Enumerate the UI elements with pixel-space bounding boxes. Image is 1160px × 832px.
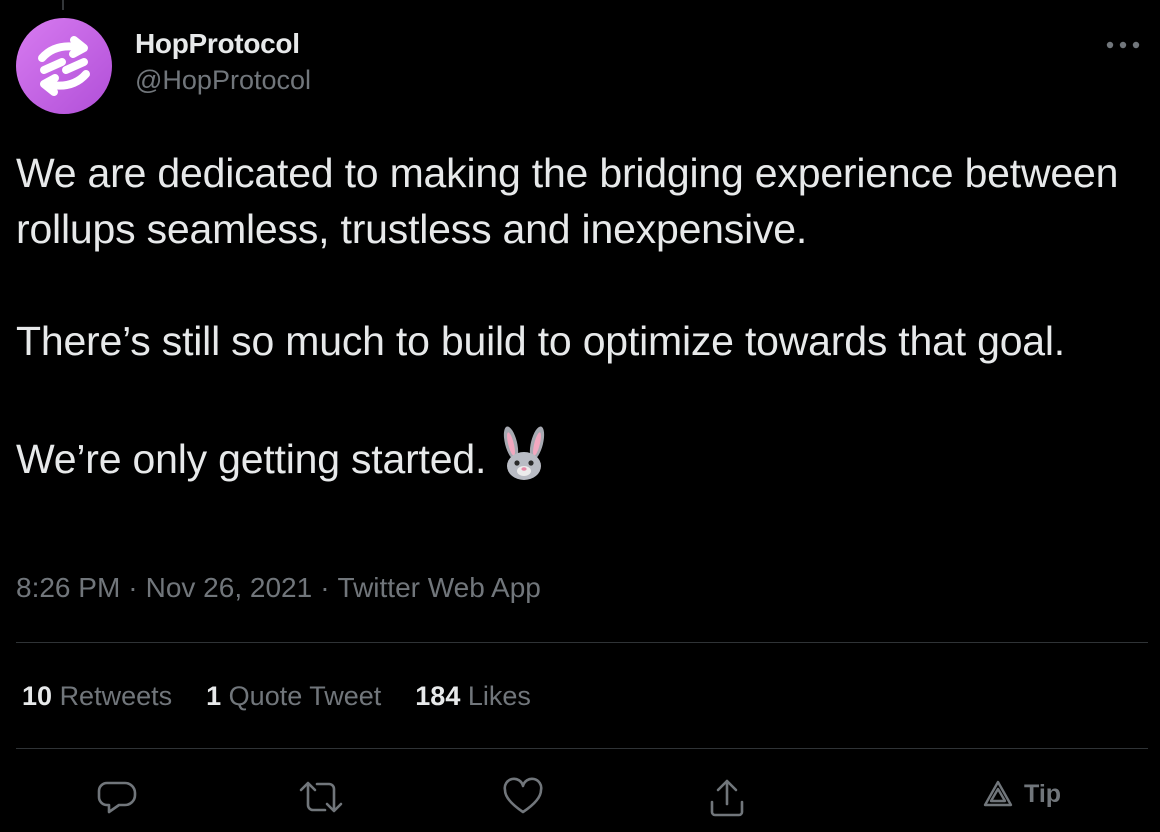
- like-button[interactable]: [498, 772, 548, 822]
- rabbit-face-icon: [498, 425, 550, 497]
- retweets-stat[interactable]: 10 Retweets: [22, 676, 172, 716]
- tweet-paragraph-last: We’re only getting started.: [16, 425, 1141, 497]
- reply-button[interactable]: [92, 772, 142, 822]
- engagement-stats: 10 Retweets 1 Quote Tweet 184 Likes: [22, 676, 565, 716]
- share-button[interactable]: [702, 772, 752, 822]
- likes-label: Likes: [467, 681, 531, 711]
- author-display-name[interactable]: HopProtocol: [135, 28, 311, 60]
- retweet-icon: [299, 781, 343, 813]
- tweet-time[interactable]: 8:26 PM: [16, 572, 120, 603]
- tip-label: Tip: [1024, 779, 1062, 808]
- meta-separator: ·: [320, 572, 330, 603]
- author-names: HopProtocol @HopProtocol: [135, 28, 311, 100]
- share-icon: [710, 779, 744, 817]
- quote-tweets-label: Quote Tweet: [228, 681, 382, 711]
- divider: [16, 748, 1148, 749]
- tip-icon: [983, 780, 1013, 807]
- author-handle[interactable]: @HopProtocol: [135, 60, 311, 100]
- avatar[interactable]: [16, 18, 112, 114]
- reply-icon: [97, 781, 137, 814]
- likes-count: 184: [415, 681, 461, 711]
- quote-tweets-count: 1: [206, 681, 222, 711]
- more-options-button[interactable]: [1102, 32, 1146, 58]
- divider: [16, 642, 1148, 643]
- tweet-paragraph-text: We’re only getting started.: [16, 436, 487, 482]
- tweet-paragraph: There’s still so much to build to optimi…: [16, 318, 1065, 364]
- tweet-source: Twitter Web App: [337, 572, 541, 603]
- likes-stat[interactable]: 184 Likes: [415, 676, 531, 716]
- thread-connector-line: [62, 0, 64, 10]
- hop-protocol-logo-icon: [38, 36, 90, 96]
- heart-icon: [503, 777, 543, 814]
- more-dots-icon: [1106, 41, 1140, 49]
- retweets-label: Retweets: [59, 681, 173, 711]
- tweet-meta: 8:26 PM · Nov 26, 2021 · Twitter Web App: [16, 568, 541, 608]
- tip-button[interactable]: Tip: [982, 776, 1061, 812]
- tweet-text: We are dedicated to making the bridging …: [16, 145, 1141, 497]
- retweets-count: 10: [22, 681, 53, 711]
- tweet-paragraph: We are dedicated to making the bridging …: [16, 150, 1119, 252]
- tweet-date[interactable]: Nov 26, 2021: [146, 572, 313, 603]
- meta-separator: ·: [128, 572, 138, 603]
- tweet-header: HopProtocol @HopProtocol: [16, 18, 1146, 116]
- quote-tweets-stat[interactable]: 1 Quote Tweet: [206, 676, 381, 716]
- retweet-button[interactable]: [296, 772, 346, 822]
